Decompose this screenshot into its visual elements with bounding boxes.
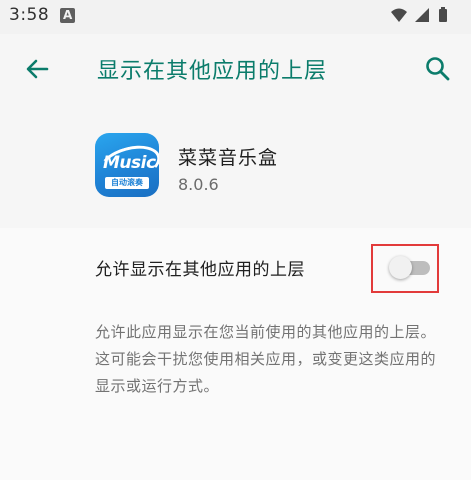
arrow-back-icon[interactable] [22,54,52,84]
toggle-thumb [389,256,412,279]
settings-card: 允许显示在其他应用的上层 允许此应用显示在您当前使用的其他应用的上层。这可能会干… [0,228,471,480]
app-header: Music 自动滚奏 菜菜音乐盒 8.0.6 [0,104,471,228]
allow-overlay-setting[interactable]: 允许显示在其他应用的上层 [0,228,471,302]
app-icon-logotype: Music [103,153,156,173]
app-version: 8.0.6 [178,175,219,194]
status-icons [389,6,459,26]
battery-icon [439,7,447,22]
overlay-toggle[interactable] [389,256,435,280]
cell-signal-icon [415,8,429,22]
status-time: 3:58 [9,5,50,25]
search-icon[interactable] [423,54,453,84]
wifi-icon [391,8,407,22]
a-letter-icon [60,8,75,23]
setting-label: 允许显示在其他应用的上层 [95,260,305,280]
app-icon: Music 自动滚奏 [95,133,159,197]
app-name: 菜菜音乐盒 [178,147,279,169]
app-icon-subtitle: 自动滚奏 [105,177,149,189]
setting-description: 允许此应用显示在您当前使用的其他应用的上层。这可能会干扰您使用相关应用，或变更这… [95,323,437,395]
status-bar: 3:58 [0,0,471,34]
app-bar: 显示在其他应用的上层 [0,34,471,104]
page-title: 显示在其他应用的上层 [97,59,328,84]
